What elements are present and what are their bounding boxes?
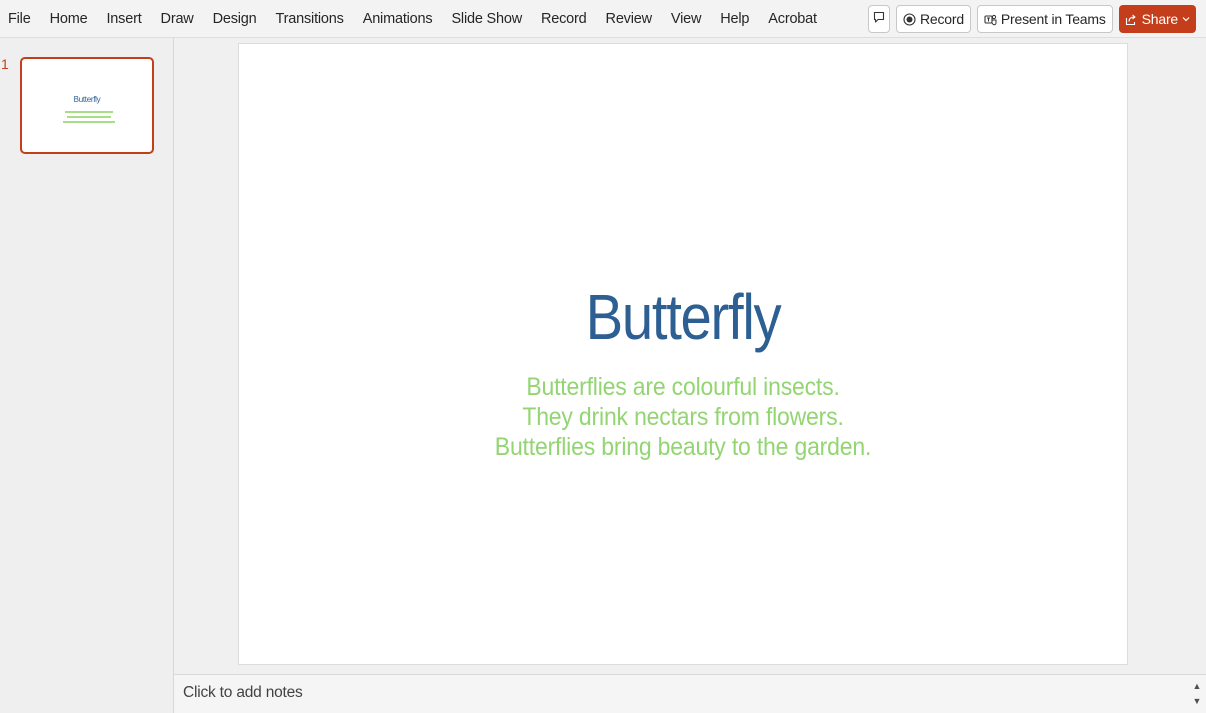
tab-draw[interactable]: Draw bbox=[151, 0, 203, 38]
notes-pane: Click to add notes ▲ ▼ bbox=[174, 674, 1206, 713]
tab-home[interactable]: Home bbox=[40, 0, 97, 38]
ribbon-tabs: File Home Insert Draw Design Transitions… bbox=[0, 0, 826, 38]
present-in-teams-label: Present in Teams bbox=[1000, 11, 1106, 27]
tab-design[interactable]: Design bbox=[203, 0, 266, 38]
slide-title[interactable]: Butterfly bbox=[292, 280, 1073, 354]
thumbnail-title: Butterfly bbox=[73, 95, 101, 104]
thumbnail-body-lines bbox=[63, 111, 115, 126]
share-icon bbox=[1125, 13, 1138, 26]
menu-bar: File Home Insert Draw Design Transitions… bbox=[0, 0, 1206, 38]
slide-thumbnail-pane: 1 Butterfly bbox=[0, 38, 174, 713]
scroll-up-icon[interactable]: ▲ bbox=[1192, 679, 1202, 694]
tab-transitions[interactable]: Transitions bbox=[266, 0, 353, 38]
chevron-down-icon bbox=[1182, 16, 1190, 22]
tab-file[interactable]: File bbox=[0, 0, 40, 38]
slide-thumbnail-1[interactable]: Butterfly bbox=[20, 57, 154, 154]
share-button-label: Share bbox=[1141, 11, 1179, 27]
thumbnail-line bbox=[67, 116, 111, 118]
tab-view[interactable]: View bbox=[661, 0, 710, 38]
tab-slide-show[interactable]: Slide Show bbox=[442, 0, 532, 38]
notes-input[interactable]: Click to add notes bbox=[183, 684, 303, 702]
tab-review[interactable]: Review bbox=[596, 0, 661, 38]
comments-button[interactable] bbox=[867, 5, 890, 33]
teams-icon bbox=[984, 13, 997, 26]
thumbnail-line bbox=[65, 111, 113, 113]
thumbnail-line bbox=[63, 121, 115, 123]
slide-number: 1 bbox=[1, 56, 9, 72]
body-line: They drink nectars from flowers. bbox=[522, 403, 844, 431]
slide-editing-area: Butterfly Butterflies are colourful inse… bbox=[174, 38, 1206, 674]
scroll-down-icon[interactable]: ▼ bbox=[1192, 694, 1202, 709]
record-button-label: Record bbox=[919, 11, 964, 27]
present-in-teams-button[interactable]: Present in Teams bbox=[976, 5, 1113, 33]
tab-acrobat[interactable]: Acrobat bbox=[759, 0, 827, 38]
tab-insert[interactable]: Insert bbox=[97, 0, 151, 38]
comment-icon bbox=[873, 11, 885, 27]
body-line: Butterflies bring beauty to the garden. bbox=[494, 433, 872, 461]
body-line: Butterflies are colourful insects. bbox=[526, 373, 840, 401]
record-button[interactable]: Record bbox=[895, 5, 971, 33]
top-right-actions: Record Present in Teams Share bbox=[867, 5, 1196, 33]
tab-help[interactable]: Help bbox=[711, 0, 759, 38]
tab-record[interactable]: Record bbox=[532, 0, 597, 38]
slide-canvas[interactable]: Butterfly Butterflies are colourful inse… bbox=[238, 43, 1128, 665]
record-icon bbox=[903, 12, 916, 26]
tab-animations[interactable]: Animations bbox=[353, 0, 442, 38]
share-button[interactable]: Share bbox=[1118, 5, 1196, 33]
thumbnail-canvas: Butterfly bbox=[25, 62, 149, 149]
notes-scrollbar: ▲ ▼ bbox=[1192, 679, 1202, 709]
slide-body-text[interactable]: Butterflies are colourful insects. They … bbox=[275, 372, 1092, 462]
